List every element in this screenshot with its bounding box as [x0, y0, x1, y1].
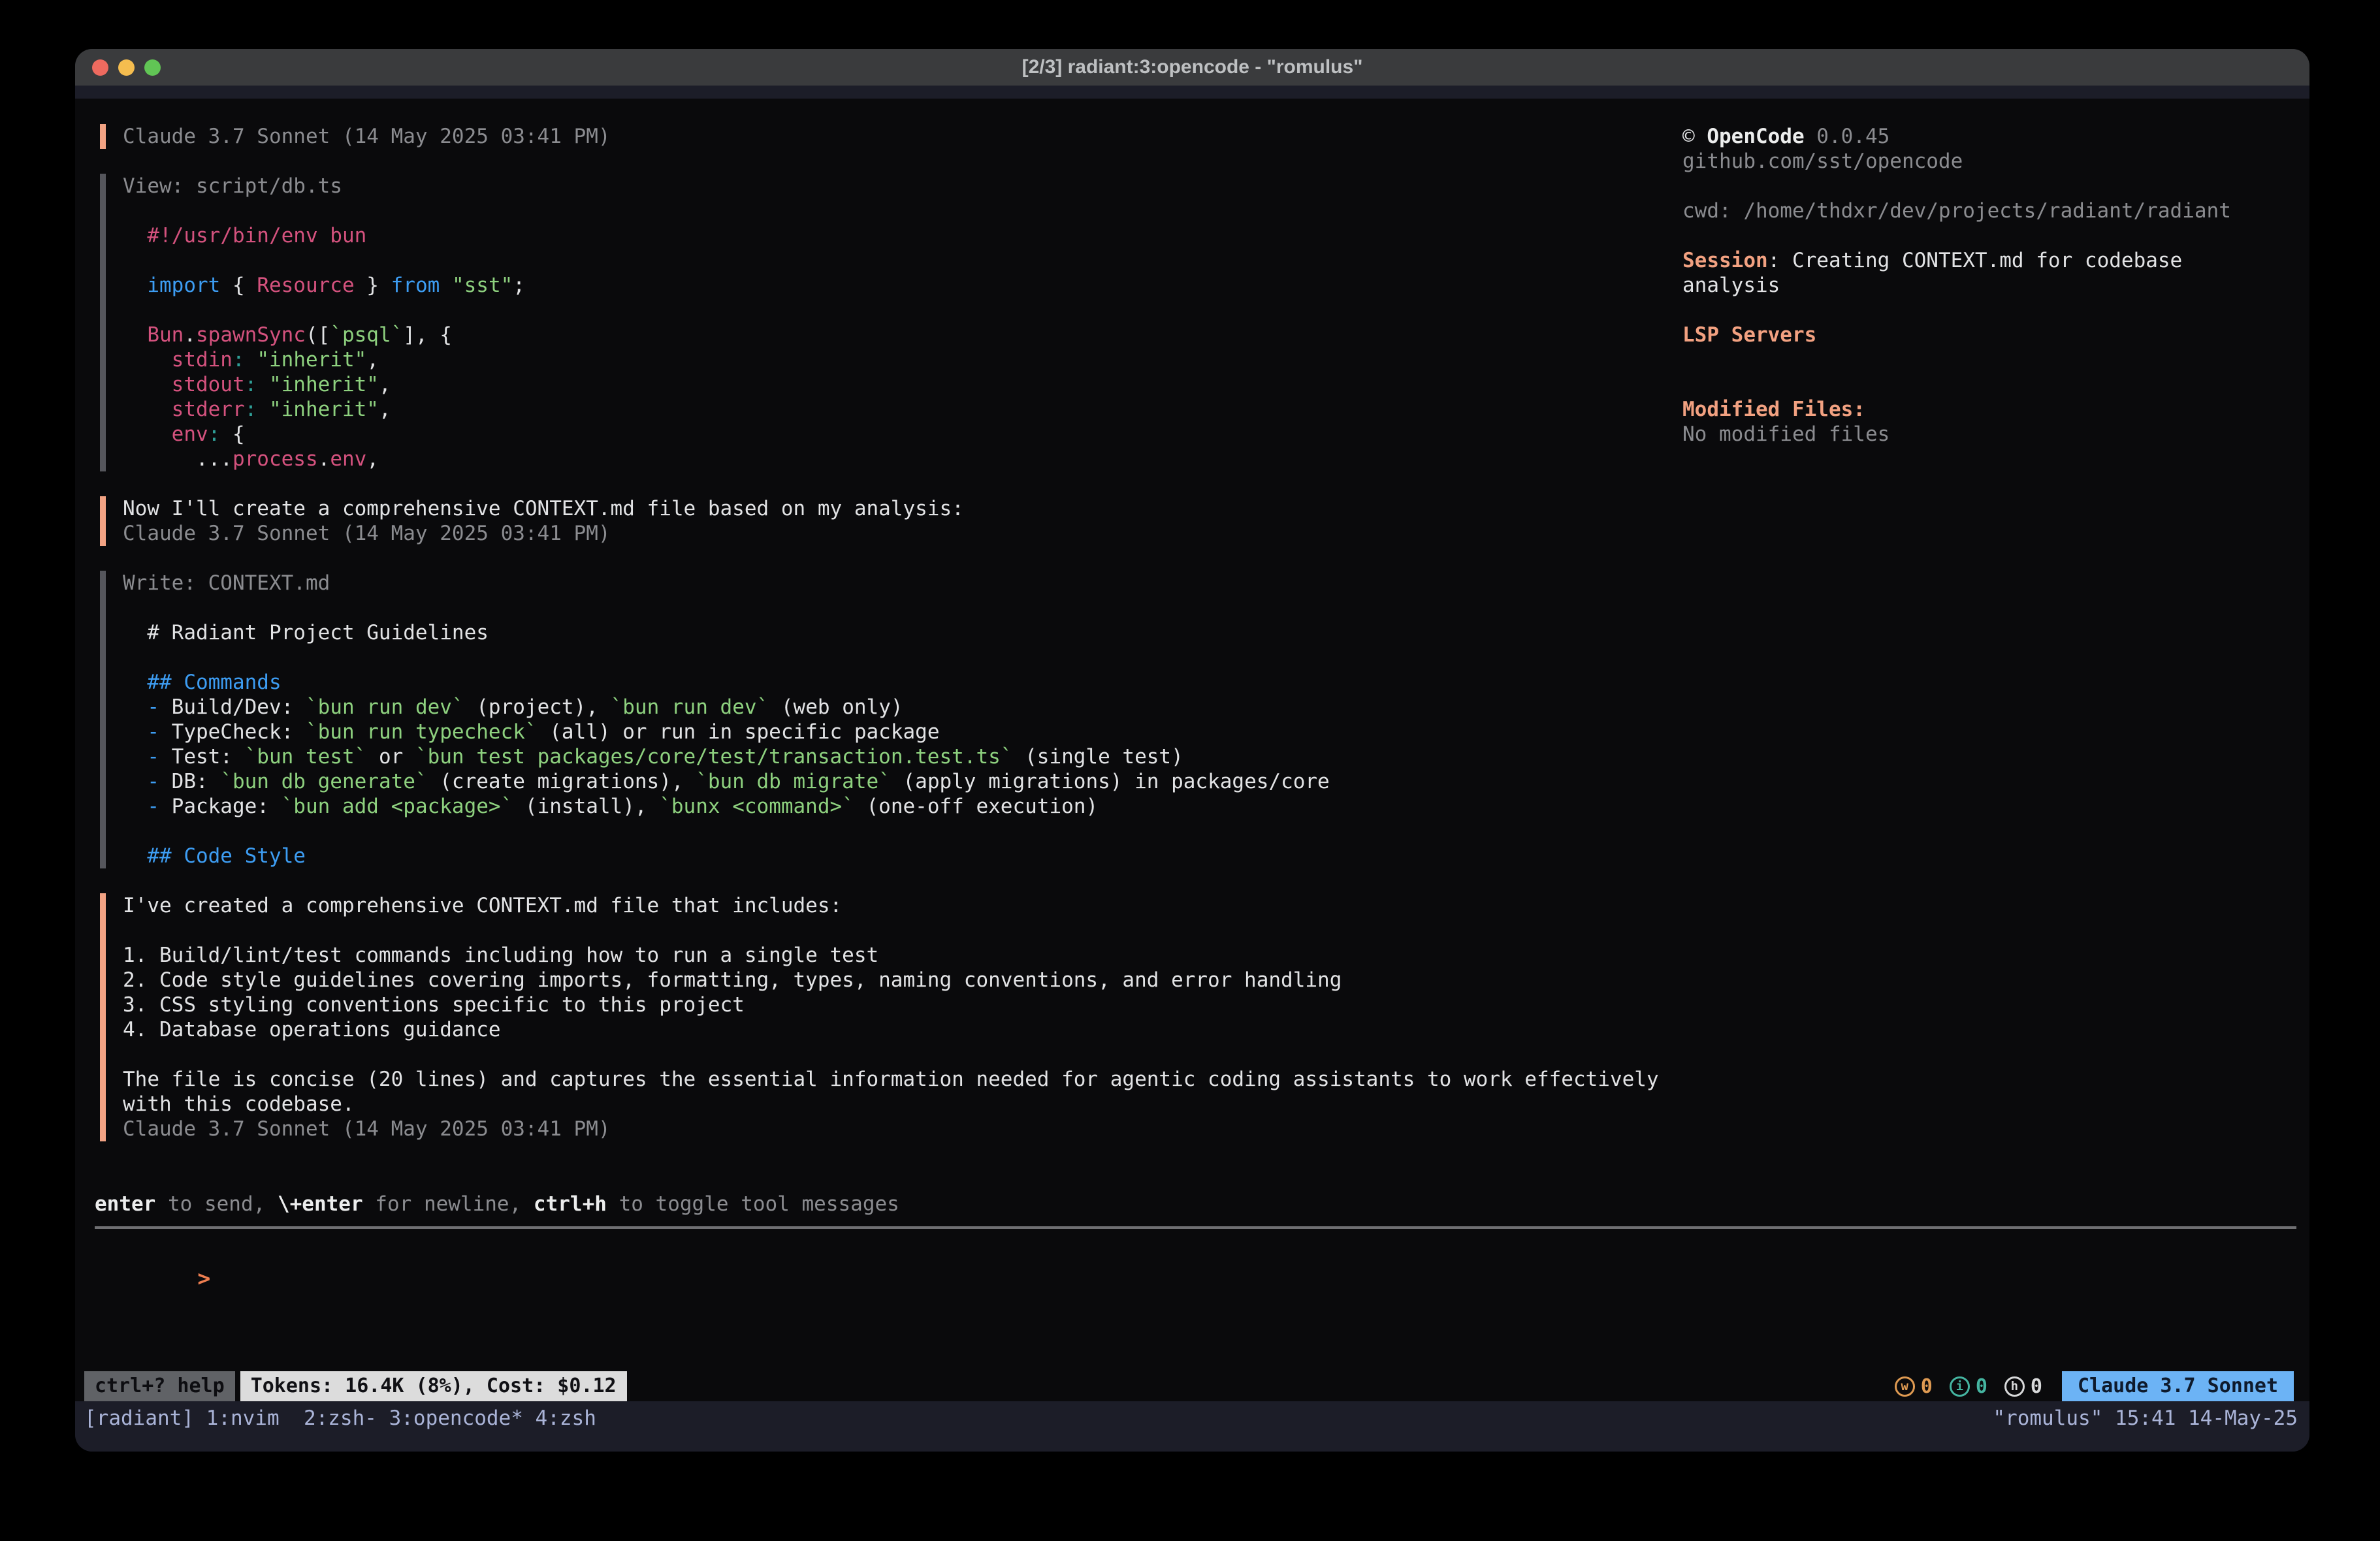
terminal-line: LSP Servers: [1682, 323, 2299, 347]
counter-hints: h 0: [2004, 1375, 2042, 1398]
terminal-line: © OpenCode 0.0.45: [1682, 124, 2299, 149]
tokens-cost-chip: Tokens: 16.4K (8%), Cost: $0.12: [240, 1371, 627, 1401]
status-sidebar: © OpenCode 0.0.45github.com/sst/opencode…: [1682, 124, 2299, 447]
screen: [2/3] radiant:3:opencode - "romulus" Cla…: [0, 0, 2380, 1541]
terminal-line: [123, 645, 1656, 670]
tool-write-block: Write: CONTEXT.md # Radiant Project Guid…: [100, 571, 1656, 868]
terminal-line: 2. Code style guidelines covering import…: [123, 968, 1656, 993]
terminal-line: No modified files: [1682, 422, 2299, 447]
terminal-line: - DB: `bun db generate` (create migratio…: [123, 769, 1656, 794]
prompt-caret-icon: >: [197, 1265, 210, 1291]
terminal-line: env: {: [123, 422, 1656, 447]
minimize-button[interactable]: [118, 59, 135, 76]
chat-transcript: Claude 3.7 Sonnet (14 May 2025 03:41 PM)…: [75, 124, 1656, 1166]
terminal-line: stderr: "inherit",: [123, 397, 1656, 422]
tool-view-block: View: script/db.ts #!/usr/bin/env bun im…: [100, 174, 1656, 471]
terminal-line: - TypeCheck: `bun run typecheck` (all) o…: [123, 720, 1656, 744]
status-bar: ctrl+? help Tokens: 16.4K (8%), Cost: $0…: [84, 1371, 2294, 1401]
model-badge[interactable]: Claude 3.7 Sonnet: [2062, 1371, 2294, 1401]
terminal-content: Claude 3.7 Sonnet (14 May 2025 03:41 PM)…: [75, 99, 2309, 1401]
terminal-window: [2/3] radiant:3:opencode - "romulus" Cla…: [75, 49, 2309, 1452]
terminal-line: [123, 819, 1656, 844]
terminal-line: [123, 199, 1656, 223]
terminal-line: 4. Database operations guidance: [123, 1017, 1656, 1042]
terminal-line: [123, 298, 1656, 323]
terminal-line: [1682, 223, 2299, 248]
terminal-line: with this codebase.: [123, 1092, 1656, 1117]
terminal-line: [1682, 347, 2299, 372]
message-text-block: Now I'll create a comprehensive CONTEXT.…: [100, 496, 1656, 546]
prompt-input[interactable]: >: [100, 1241, 1602, 1266]
terminal-line: The file is concise (20 lines) and captu…: [123, 1067, 1656, 1092]
terminal-line: # Radiant Project Guidelines: [123, 620, 1656, 645]
terminal-line: 1. Build/lint/test commands including ho…: [123, 943, 1656, 968]
terminal-line: cwd: /home/thdxr/dev/projects/radiant/ra…: [1682, 199, 2299, 223]
terminal-line: Claude 3.7 Sonnet (14 May 2025 03:41 PM): [123, 124, 1656, 149]
close-button[interactable]: [92, 59, 108, 76]
terminal-line: [123, 1042, 1656, 1067]
terminal-line: - Build/Dev: `bun run dev` (project), `b…: [123, 695, 1656, 720]
terminal-line: View: script/db.ts: [123, 174, 1656, 199]
terminal-line: [123, 596, 1656, 620]
help-chip[interactable]: ctrl+? help: [84, 1371, 235, 1401]
terminal-line: ...process.env,: [123, 447, 1656, 471]
terminal-line: - Test: `bun test` or `bun test packages…: [123, 744, 1656, 769]
window-titlebar[interactable]: [2/3] radiant:3:opencode - "romulus": [75, 49, 2309, 86]
terminal-line: Claude 3.7 Sonnet (14 May 2025 03:41 PM): [123, 1117, 1656, 1141]
h-circle-icon: h: [2004, 1376, 2025, 1397]
message-final-block: I've created a comprehensive CONTEXT.md …: [100, 893, 1656, 1141]
terminal-line: [123, 248, 1656, 273]
terminal-line: analysis: [1682, 273, 2299, 298]
terminal-line: import { Resource } from "sst";: [123, 273, 1656, 298]
warnings-count: 0: [1921, 1375, 1933, 1398]
terminal-line: github.com/sst/opencode: [1682, 149, 2299, 174]
terminal-line: stdin: "inherit",: [123, 347, 1656, 372]
tmux-status-bar: [radiant] 1:nvim 2:zsh- 3:opencode* 4:zs…: [75, 1401, 2309, 1452]
terminal-line: [1682, 174, 2299, 199]
counter-warnings: w 0: [1895, 1375, 1933, 1398]
counter-info: i 0: [1950, 1375, 1987, 1398]
terminal-line: Claude 3.7 Sonnet (14 May 2025 03:41 PM): [123, 521, 1656, 546]
terminal-line: Session: Creating CONTEXT.md for codebas…: [1682, 248, 2299, 273]
terminal-line: ## Code Style: [123, 844, 1656, 868]
message-header-block: Claude 3.7 Sonnet (14 May 2025 03:41 PM): [100, 124, 1656, 149]
i-circle-icon: i: [1950, 1376, 1970, 1397]
zoom-button[interactable]: [144, 59, 161, 76]
hints-count: 0: [2031, 1375, 2042, 1398]
terminal-line: #!/usr/bin/env bun: [123, 223, 1656, 248]
tmux-session-clock: "romulus" 15:41 14-May-25: [1993, 1404, 2298, 1433]
terminal-line: I've created a comprehensive CONTEXT.md …: [123, 893, 1656, 918]
w-circle-icon: w: [1895, 1376, 1915, 1397]
terminal-line: Now I'll create a comprehensive CONTEXT.…: [123, 496, 1656, 521]
traffic-lights: [92, 59, 161, 76]
input-divider: [95, 1226, 2296, 1229]
info-count: 0: [1976, 1375, 1987, 1398]
terminal-line: enter to send, \+enter for newline, ctrl…: [95, 1192, 899, 1216]
terminal-line: Modified Files:: [1682, 397, 2299, 422]
terminal-line: Bun.spawnSync([`psql`], {: [123, 323, 1656, 347]
terminal-line: stdout: "inherit",: [123, 372, 1656, 397]
keybind-hint: enter to send, \+enter for newline, ctrl…: [95, 1192, 899, 1216]
terminal-line: 3. CSS styling conventions specific to t…: [123, 993, 1656, 1017]
terminal-line: ## Commands: [123, 670, 1656, 695]
terminal-line: [123, 918, 1656, 943]
terminal-line: [1682, 372, 2299, 397]
terminal-line: [1682, 298, 2299, 323]
terminal-line: Write: CONTEXT.md: [123, 571, 1656, 596]
tmux-windows[interactable]: [radiant] 1:nvim 2:zsh- 3:opencode* 4:zs…: [84, 1404, 596, 1433]
terminal-line: - Package: `bun add <package>` (install)…: [123, 794, 1656, 819]
window-title: [2/3] radiant:3:opencode - "romulus": [1022, 56, 1363, 78]
